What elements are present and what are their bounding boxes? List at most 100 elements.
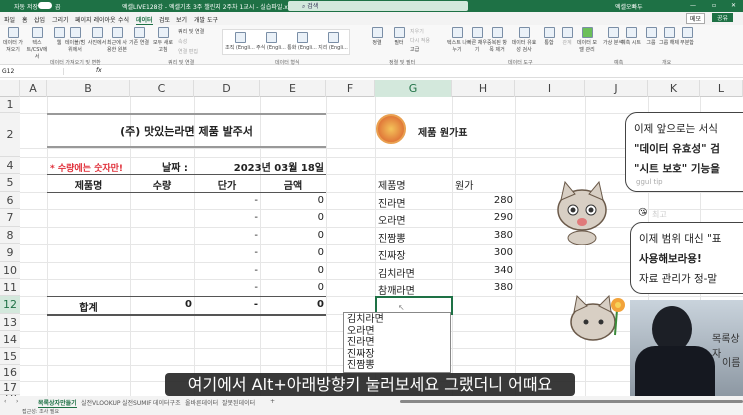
row-header[interactable]: 2 [0,113,20,157]
get-data-button[interactable]: 데이터 가져오기 [2,27,24,53]
row-header[interactable]: 6 [0,192,20,209]
next-sheet-icon[interactable]: › [16,398,18,405]
row-header[interactable]: 8 [0,227,20,244]
manage-data-model-button[interactable]: 데이터 모델 관리 [576,27,598,53]
qty-input-cell[interactable] [130,247,194,260]
column-header[interactable]: C [130,80,194,97]
recent-sources-button[interactable]: 최근에 사용한 원본 [106,27,128,53]
fx-icon[interactable]: fx [96,67,102,74]
menu-developer[interactable]: 개발 도구 [194,15,218,24]
column-header[interactable]: L [700,80,743,97]
datatype-geo[interactable]: 지리 (Engli... [318,32,348,51]
clear-button[interactable]: 지우기 [410,28,424,35]
column-header[interactable]: E [260,80,326,97]
relationships-button[interactable]: 관계 [556,27,578,46]
sheet-tab[interactable]: 올바른데이터 [185,398,218,407]
name-box[interactable]: G12 [2,68,64,75]
column-header[interactable]: K [648,80,700,97]
close-icon[interactable]: ✕ [731,2,736,9]
select-all[interactable] [0,80,20,97]
row-header[interactable]: 16 [0,365,20,381]
qty-input-cell[interactable] [130,195,194,208]
sheet-tab[interactable]: 데이터구조 [153,398,181,407]
qty-input-cell[interactable] [130,230,194,243]
row-header[interactable]: 15 [0,348,20,365]
row-header[interactable]: 10 [0,262,20,279]
accessibility-status[interactable]: 접근성: 조사 필요 [22,408,59,415]
menu-home[interactable]: 홈 [22,15,28,24]
row-header[interactable]: 1 [0,97,20,113]
validation-dropdown-list[interactable]: 김치라면 오라면 진라면 진짜장 진짬뽕 [343,312,451,373]
data-types-gallery[interactable]: 조직 (Engli... 주식 (Engli... 통화 (Engli... 지… [222,29,350,55]
forecast-sheet-button[interactable]: 예측 시트 [620,27,642,46]
menu-view[interactable]: 보기 [176,15,187,24]
remove-duplicates-button[interactable]: 중복된 항목 제거 [486,27,508,53]
sort-button[interactable]: 정렬 [366,27,388,46]
column-header[interactable]: I [515,80,585,97]
dropdown-option[interactable]: 진짜장 [347,349,447,361]
restore-icon[interactable]: ▫ [712,2,716,9]
column-header[interactable]: H [452,80,515,97]
autosave-toggle[interactable] [38,2,52,9]
column-header[interactable]: J [585,80,648,97]
row-header[interactable]: 9 [0,244,20,262]
properties-button[interactable]: 속성 [178,38,187,45]
menu-draw[interactable]: 그리기 [52,15,69,24]
product-input-cell[interactable] [47,195,130,208]
order-date[interactable]: 2023년 03월 18일 [200,159,324,174]
refresh-all-button[interactable]: 모두 새로 고침 [152,27,174,53]
search-input[interactable]: ⌕ 검색 [288,1,468,11]
from-csv-button[interactable]: 텍스트/CSV에서 [26,27,48,60]
column-header[interactable]: D [194,80,260,97]
product-input-cell[interactable] [47,247,130,260]
dropdown-option[interactable]: 진라면 [347,337,447,349]
data-validation-button[interactable]: 데이터 유효성 검사 [510,27,538,53]
flash-fill-button[interactable]: 빠른 채우기 [466,27,488,53]
row-header[interactable]: 7 [0,209,20,227]
horizontal-scrollbar[interactable] [400,400,743,403]
dropdown-option[interactable]: 김치라면 [347,314,447,326]
queries-connections-button[interactable]: 쿼리 및 연결 [178,28,204,35]
qty-input-cell[interactable] [130,282,194,295]
column-header[interactable]: A [20,80,47,97]
file-name[interactable]: 엑셀LIVE128강 - 엑셀기초 3주 챌린지 2주차 1교시 - 실습파일.… [122,2,296,11]
advanced-button[interactable]: 고급 [410,46,419,53]
from-table-button[interactable]: 테이블/범위에서 [64,27,86,53]
column-header[interactable]: G [375,80,452,97]
product-input-cell[interactable] [47,212,130,225]
datatype-org[interactable]: 조직 (Engli... [225,32,255,51]
row-header[interactable]: 5 [0,174,20,192]
qty-input-cell[interactable] [130,265,194,278]
row-header[interactable]: 13 [0,314,20,331]
edit-links-button[interactable]: 연결 편집 [178,48,198,55]
from-picture-button[interactable]: 사진에서 [86,27,108,46]
add-sheet-button[interactable]: + [270,398,275,405]
minimize-icon[interactable]: — [690,2,696,9]
datatype-currency[interactable]: 통화 (Engli... [287,32,317,51]
menu-file[interactable]: 파일 [4,15,15,24]
datatype-stocks[interactable]: 주식 (Engli... [256,32,286,51]
column-header[interactable]: B [47,80,130,97]
existing-connections-button[interactable]: 기존 연결 [128,27,150,46]
share-button[interactable]: 공유 [712,13,734,22]
menu-insert[interactable]: 삽입 [34,15,45,24]
product-input-cell[interactable] [47,265,130,278]
qty-input-cell[interactable] [130,212,194,225]
reapply-button[interactable]: 다시 적용 [410,37,430,44]
row-header[interactable]: 4 [0,157,20,174]
subtotal-button[interactable]: 부분합 [676,27,698,46]
row-header[interactable]: 11 [0,279,20,296]
product-input-cell[interactable] [47,230,130,243]
menu-review[interactable]: 검토 [159,15,170,24]
sheet-tab[interactable]: 실전SUMIF [122,398,152,407]
formula-input[interactable] [106,67,736,77]
menu-formulas[interactable]: 수식 [118,15,129,24]
prev-sheet-icon[interactable]: ‹ [4,398,6,405]
sheet-tab-active[interactable]: 목록상자만들기 [38,398,77,408]
dropdown-option[interactable]: 오라면 [347,326,447,338]
menu-data[interactable]: 데이터 [136,15,153,25]
memo-button[interactable]: 메모 [686,13,706,24]
sheet-tab[interactable]: 잘못된데이터 [222,398,255,407]
dropdown-option[interactable]: 진짬뽕 [347,360,447,372]
product-input-cell[interactable] [47,282,130,295]
